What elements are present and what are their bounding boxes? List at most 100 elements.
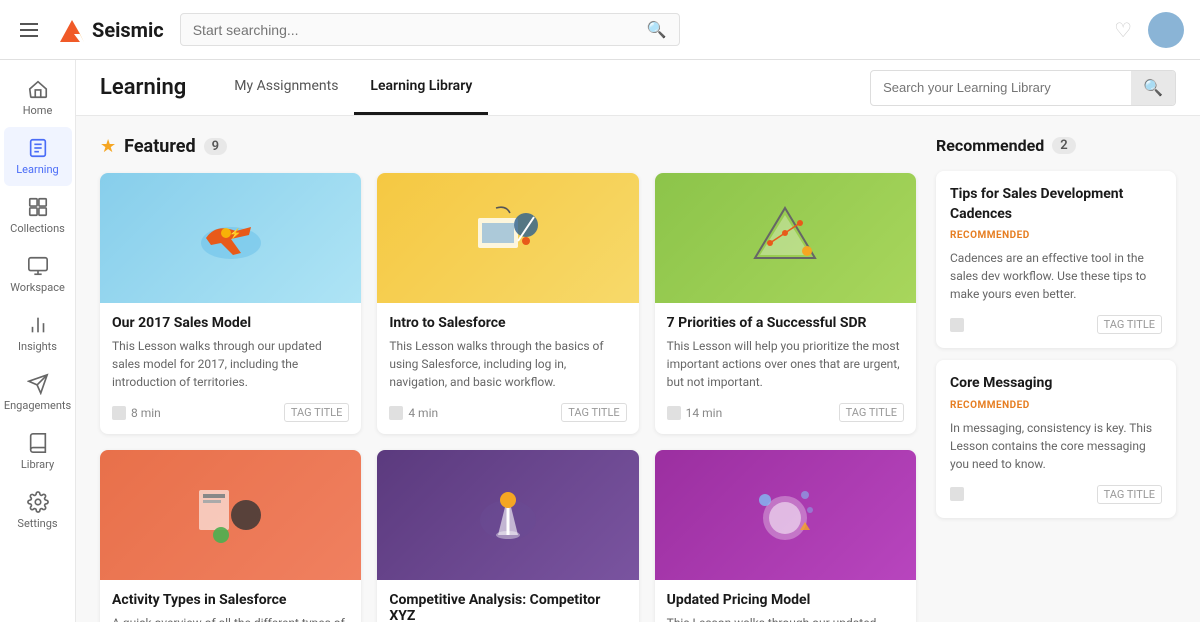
- rec-2-book-icon: [950, 487, 964, 501]
- workspace-icon: [27, 255, 49, 277]
- featured-count: 9: [204, 138, 227, 155]
- insights-icon: [27, 314, 49, 336]
- card-1-image: ⚡: [100, 173, 361, 303]
- card-1-tag[interactable]: TAG TITLE: [284, 403, 349, 422]
- card-2-body: Intro to Salesforce This Lesson walks th…: [377, 303, 638, 434]
- content-area: ★ Featured 9 ⚡: [76, 116, 1200, 622]
- card-1-title: Our 2017 Sales Model: [112, 315, 349, 331]
- card-3-title: 7 Priorities of a Successful SDR: [667, 315, 904, 331]
- recommended-header: Recommended 2: [936, 136, 1176, 155]
- rec-card-1-footer: TAG TITLE: [950, 315, 1162, 334]
- logo-text: Seismic: [92, 18, 164, 42]
- sidebar-item-insights[interactable]: Insights: [4, 304, 72, 363]
- settings-icon: [27, 491, 49, 513]
- rec-card-2-desc: In messaging, consistency is key. This L…: [950, 419, 1162, 473]
- page-title: Learning: [100, 75, 186, 100]
- card-6-title: Updated Pricing Model: [667, 592, 904, 608]
- recommended-count: 2: [1052, 137, 1075, 154]
- card-6-desc: This Lesson walks through our updated pr…: [667, 614, 904, 622]
- card-4-image: 😊 %: [100, 450, 361, 580]
- card-3-desc: This Lesson will help you prioritize the…: [667, 337, 904, 391]
- sidebar-label-settings: Settings: [17, 517, 57, 530]
- global-search-input[interactable]: [193, 22, 639, 38]
- hamburger-menu[interactable]: [16, 19, 42, 41]
- library-icon: [27, 432, 49, 454]
- tab-learning-library[interactable]: Learning Library: [354, 60, 488, 115]
- card-3-time: 14 min: [667, 406, 723, 420]
- card-5-image: [377, 450, 638, 580]
- card-2-footer: 4 min TAG TITLE: [389, 403, 626, 422]
- card-3-footer: 14 min TAG TITLE: [667, 403, 904, 422]
- sidebar-label-collections: Collections: [10, 222, 65, 235]
- card-5-title: Competitive Analysis: Competitor XYZ: [389, 592, 626, 622]
- card-2-tag[interactable]: TAG TITLE: [561, 403, 626, 422]
- featured-star-icon: ★: [100, 136, 116, 157]
- featured-card-5[interactable]: Competitive Analysis: Competitor XYZ Thi…: [377, 450, 638, 622]
- learning-icon: [27, 137, 49, 159]
- collections-icon: [27, 196, 49, 218]
- sidebar-label-workspace: Workspace: [10, 281, 65, 294]
- topbar: Seismic 🔍 ♡: [0, 0, 1200, 60]
- rec-card-1[interactable]: Tips for Sales Development Cadences RECO…: [936, 171, 1176, 348]
- global-search-icon: 🔍: [647, 20, 667, 39]
- sidebar: Home Learning Collections: [0, 60, 76, 622]
- global-search-bar[interactable]: 🔍: [180, 13, 680, 46]
- recommended-title: Recommended: [936, 136, 1044, 155]
- card-3-body: 7 Priorities of a Successful SDR This Le…: [655, 303, 916, 434]
- card-1-body: Our 2017 Sales Model This Lesson walks t…: [100, 303, 361, 434]
- nav-tabs: My Assignments Learning Library: [218, 60, 488, 115]
- featured-card-4[interactable]: 😊 % Activity Types in Salesforce A quick…: [100, 450, 361, 622]
- favorites-icon[interactable]: ♡: [1114, 18, 1132, 42]
- rec-1-book-icon: [950, 318, 964, 332]
- clock-icon: [112, 406, 126, 420]
- sidebar-label-engagements: Engagements: [4, 399, 71, 412]
- page-header: Learning My Assignments Learning Library…: [76, 60, 1200, 116]
- sidebar-item-home[interactable]: Home: [4, 68, 72, 127]
- card-1-footer: 8 min TAG TITLE: [112, 403, 349, 422]
- sidebar-item-workspace[interactable]: Workspace: [4, 245, 72, 304]
- seismic-logo-icon: [58, 16, 86, 44]
- rec-card-1-title: Tips for Sales Development Cadences: [950, 185, 1162, 224]
- card-4-desc: A quick overview of all the different ty…: [112, 614, 349, 622]
- engagements-icon: [27, 373, 49, 395]
- featured-section: ★ Featured 9 ⚡: [100, 136, 916, 622]
- main-content: Learning My Assignments Learning Library…: [76, 60, 1200, 622]
- sidebar-item-library[interactable]: Library: [4, 422, 72, 481]
- card-6-image: 🐷: [655, 450, 916, 580]
- card-2-image: [377, 173, 638, 303]
- card-2-desc: This Lesson walks through the basics of …: [389, 337, 626, 391]
- sidebar-item-learning[interactable]: Learning: [4, 127, 72, 186]
- featured-card-1[interactable]: ⚡ Our 2017 Sales Model This Lesson walks…: [100, 173, 361, 434]
- featured-card-3[interactable]: 7 Priorities of a Successful SDR This Le…: [655, 173, 916, 434]
- tab-assignments[interactable]: My Assignments: [218, 60, 354, 115]
- featured-title: Featured: [124, 136, 196, 157]
- logo[interactable]: Seismic: [58, 16, 164, 44]
- sidebar-item-collections[interactable]: Collections: [4, 186, 72, 245]
- card-1-time: 8 min: [112, 406, 161, 420]
- featured-header: ★ Featured 9: [100, 136, 916, 157]
- rec-card-2-badge: RECOMMENDED: [950, 400, 1162, 411]
- card-3-tag[interactable]: TAG TITLE: [839, 403, 904, 422]
- featured-card-2[interactable]: Intro to Salesforce This Lesson walks th…: [377, 173, 638, 434]
- sidebar-label-learning: Learning: [16, 163, 58, 176]
- library-search[interactable]: 🔍: [870, 70, 1176, 106]
- rec-1-tag[interactable]: TAG TITLE: [1097, 315, 1162, 334]
- featured-card-6[interactable]: 🐷 Updated Pricing Model This Lesson walk…: [655, 450, 916, 622]
- sidebar-label-insights: Insights: [18, 340, 57, 353]
- card-1-desc: This Lesson walks through our updated sa…: [112, 337, 349, 391]
- rec-card-1-desc: Cadences are an effective tool in the sa…: [950, 249, 1162, 303]
- card-4-title: Activity Types in Salesforce: [112, 592, 349, 608]
- card-5-body: Competitive Analysis: Competitor XYZ Thi…: [377, 580, 638, 622]
- topbar-right: ♡: [1114, 12, 1184, 48]
- rec-card-2-footer: TAG TITLE: [950, 485, 1162, 504]
- card-4-body: Activity Types in Salesforce A quick ove…: [100, 580, 361, 622]
- clock-icon-2: [389, 406, 403, 420]
- sidebar-item-settings[interactable]: Settings: [4, 481, 72, 540]
- sidebar-item-engagements[interactable]: Engagements: [4, 363, 72, 422]
- rec-2-tag[interactable]: TAG TITLE: [1097, 485, 1162, 504]
- user-avatar[interactable]: [1148, 12, 1184, 48]
- card-6-body: Updated Pricing Model This Lesson walks …: [655, 580, 916, 622]
- library-search-button[interactable]: 🔍: [1131, 71, 1175, 105]
- library-search-input[interactable]: [871, 73, 1131, 102]
- rec-card-2[interactable]: Core Messaging RECOMMENDED In messaging,…: [936, 360, 1176, 518]
